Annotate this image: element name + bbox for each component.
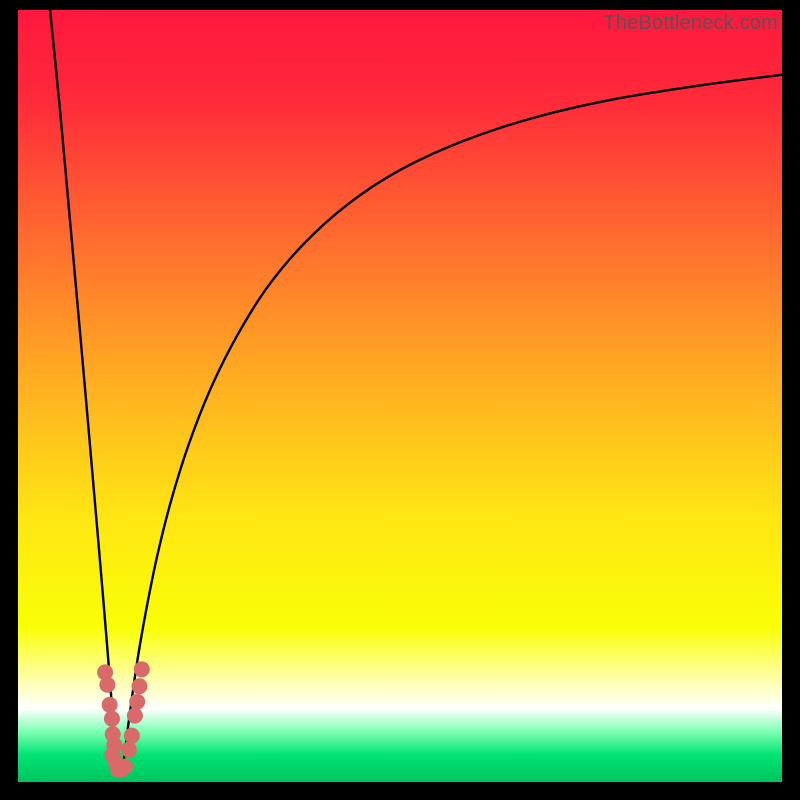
bottleneck-chart bbox=[18, 10, 782, 782]
data-point bbox=[134, 661, 150, 677]
data-point bbox=[104, 711, 120, 727]
data-point bbox=[124, 728, 140, 744]
chart-frame bbox=[18, 10, 782, 782]
data-point bbox=[127, 708, 143, 724]
gradient-background bbox=[18, 10, 782, 782]
data-point bbox=[117, 759, 133, 775]
data-point bbox=[131, 678, 147, 694]
data-point bbox=[121, 742, 137, 758]
data-point bbox=[99, 677, 115, 693]
data-point bbox=[102, 697, 118, 713]
data-point bbox=[129, 694, 145, 710]
watermark-text: TheBottleneck.com bbox=[603, 12, 778, 35]
